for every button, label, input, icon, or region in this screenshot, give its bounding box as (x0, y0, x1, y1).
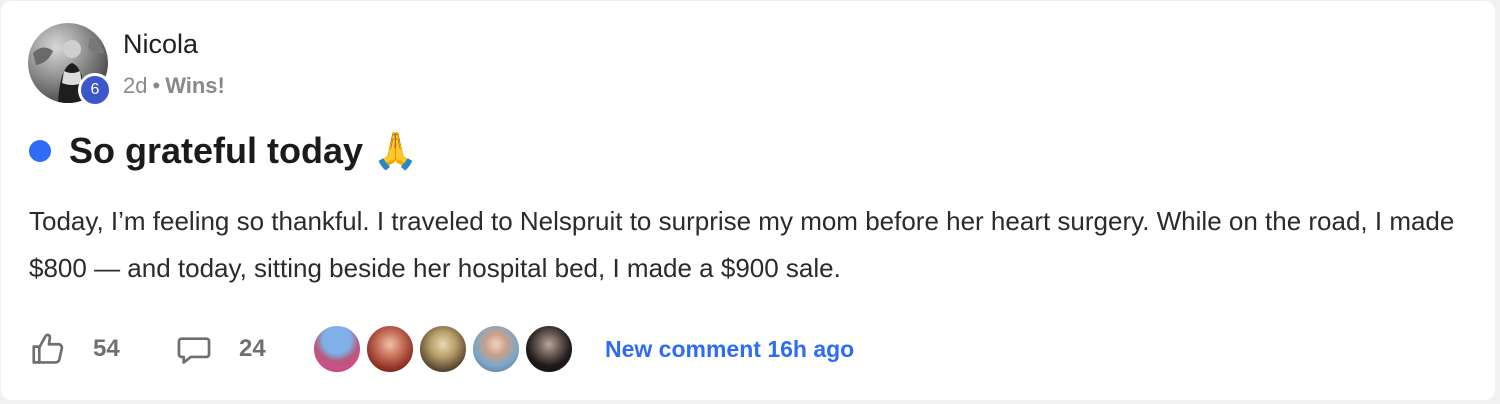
post-actions: 54 24 New comment 16h ago (29, 323, 854, 375)
like-button[interactable]: 54 (29, 330, 175, 368)
level-badge: 6 (78, 73, 112, 107)
meta-separator: • (152, 73, 161, 98)
comment-button[interactable]: 24 (175, 330, 312, 368)
like-count: 54 (93, 335, 120, 362)
unread-indicator (29, 140, 51, 162)
thumbs-up-icon[interactable] (29, 330, 67, 368)
commenter-avatars[interactable] (312, 324, 577, 374)
commenter-avatar[interactable] (418, 324, 468, 374)
new-comment-link[interactable]: New comment 16h ago (605, 336, 854, 363)
speech-bubble-icon[interactable] (175, 330, 213, 368)
post-card: 6 Nicola 2d • Wins! So grateful today 🙏 To… (1, 1, 1495, 400)
post-title[interactable]: So grateful today 🙏 (69, 130, 418, 172)
commenter-avatar[interactable] (471, 324, 521, 374)
commenter-avatar[interactable] (524, 324, 574, 374)
commenter-avatar[interactable] (312, 324, 362, 374)
post-time: 2d (123, 73, 148, 98)
author-name[interactable]: Nicola (123, 29, 198, 60)
commenter-avatar[interactable] (365, 324, 415, 374)
post-meta: 2d • Wins! (123, 73, 225, 99)
post-body: Today, I’m feeling so thankful. I travel… (29, 206, 1455, 283)
author-avatar[interactable]: 6 (28, 23, 112, 107)
comment-count: 24 (239, 335, 266, 362)
post-title-row[interactable]: So grateful today 🙏 (29, 129, 418, 173)
post-category[interactable]: Wins! (165, 73, 225, 98)
